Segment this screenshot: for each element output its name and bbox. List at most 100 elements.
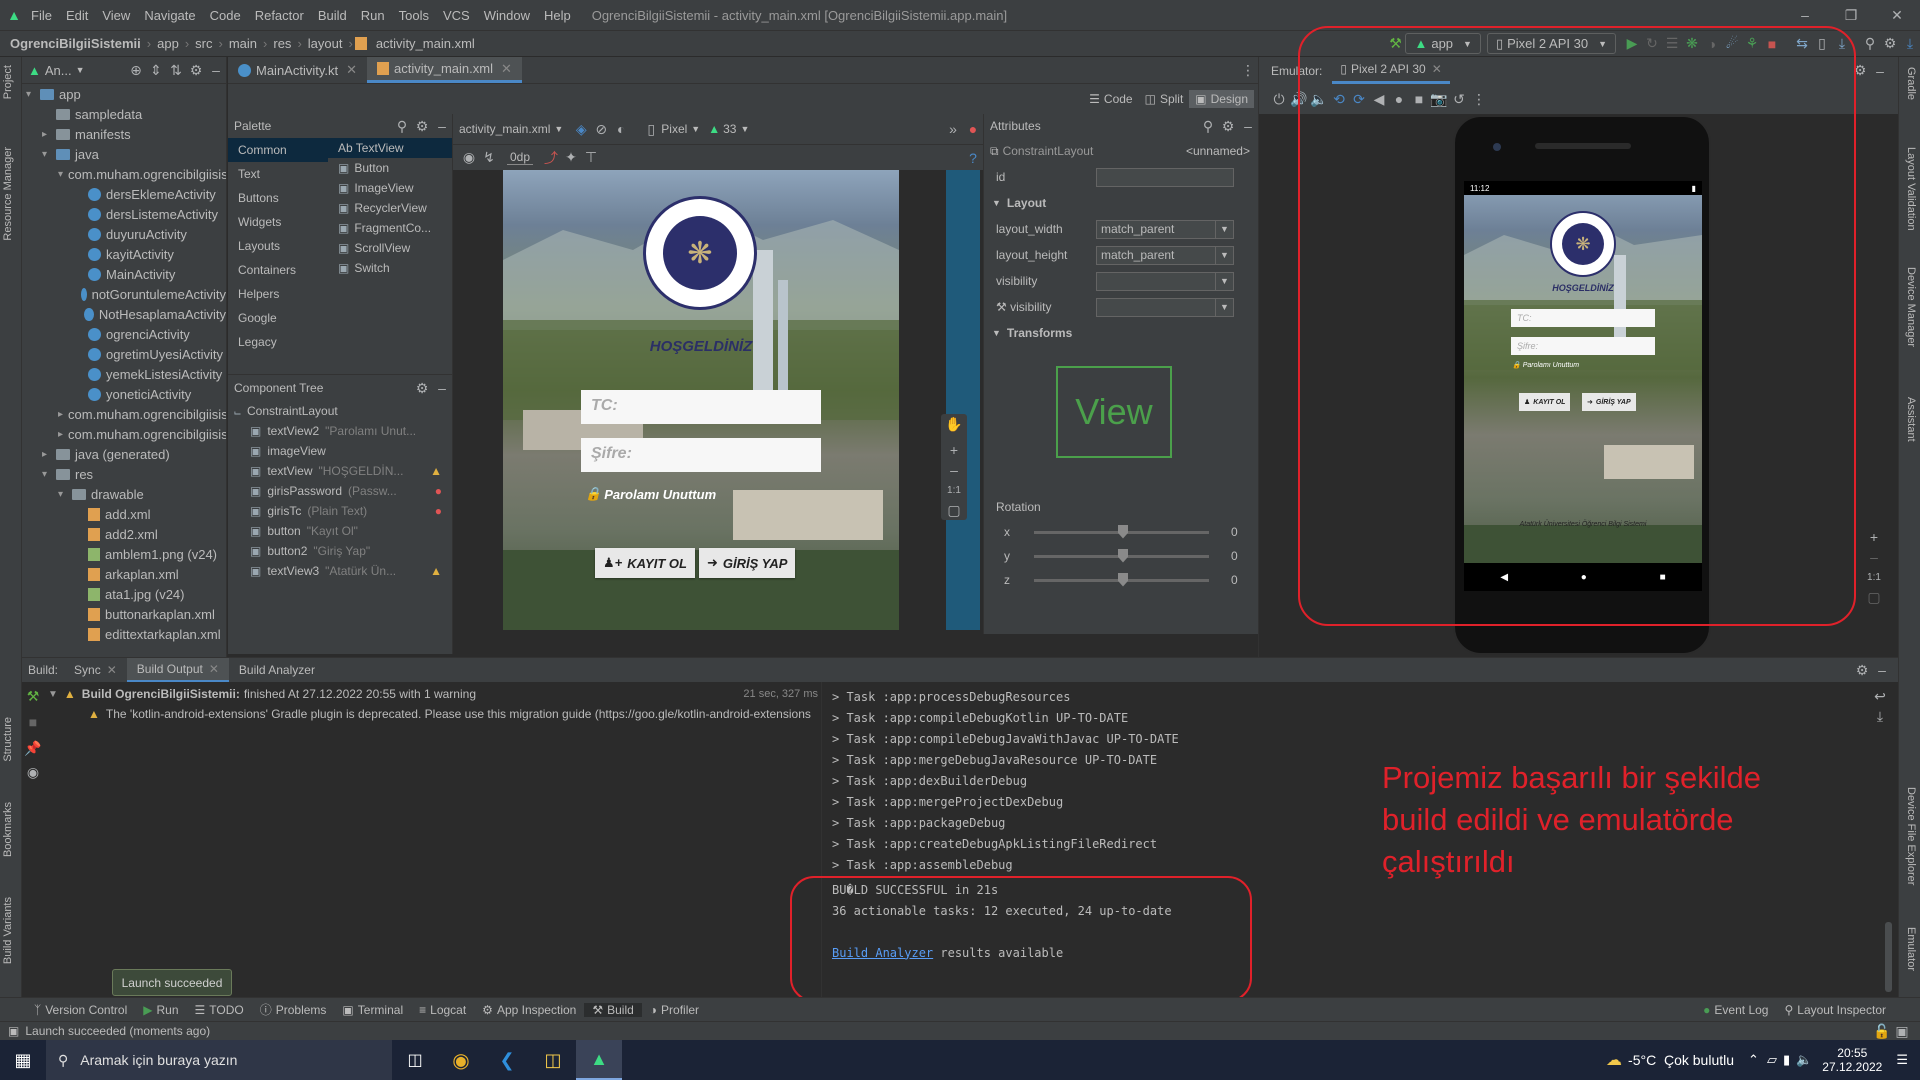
tree-item[interactable]: buttonarkaplan.xml bbox=[22, 604, 226, 624]
autoconnect-icon[interactable]: ↯ bbox=[479, 148, 499, 168]
palette-widget[interactable]: ▣ Button bbox=[328, 158, 452, 178]
zoom-actual-icon[interactable]: 1:1 bbox=[1864, 567, 1884, 587]
close-icon[interactable]: ✕ bbox=[501, 61, 512, 77]
gear-icon[interactable]: ⚙ bbox=[412, 378, 432, 398]
android-studio-taskbar-icon[interactable]: ▲ bbox=[576, 1040, 622, 1080]
code-mode-button[interactable]: ☰ Code bbox=[1083, 92, 1138, 106]
profiler-tool[interactable]: ◑ Profiler bbox=[642, 1003, 707, 1017]
palette-category[interactable]: Legacy bbox=[228, 330, 328, 354]
assistant-tool-tab[interactable]: Assistant bbox=[1905, 397, 1917, 442]
tab-build-output[interactable]: Build Output ✕ bbox=[126, 658, 229, 682]
eye-icon[interactable]: ◉ bbox=[459, 148, 479, 168]
error-icon[interactable]: ● bbox=[435, 484, 442, 498]
tab-sync[interactable]: Sync ✕ bbox=[64, 658, 127, 682]
search-icon[interactable]: ⚲ bbox=[392, 116, 412, 136]
chevron-down-icon[interactable]: ▾ bbox=[42, 469, 56, 480]
lock-icon[interactable]: 🔓 bbox=[1872, 1021, 1892, 1041]
tree-item[interactable]: ▾ res bbox=[22, 464, 226, 484]
hide-icon[interactable]: – bbox=[432, 378, 452, 398]
slider-knob[interactable] bbox=[1118, 572, 1128, 587]
palette-widget[interactable]: Ab TextView bbox=[328, 138, 452, 158]
chevron-down-icon[interactable]: ▾ bbox=[58, 489, 72, 500]
locate-icon[interactable]: ⊕ bbox=[126, 60, 146, 80]
component-tree-item[interactable]: ▣ textView "HOŞGELDİN... ▲ bbox=[228, 461, 452, 481]
component-tree-item[interactable]: ▣ textView3 "Atatürk Ün... ▲ bbox=[228, 561, 452, 581]
gear-icon[interactable]: ⚙ bbox=[1218, 116, 1238, 136]
layout-section-header[interactable]: ▼ Layout bbox=[984, 190, 1258, 216]
windows-start-icon[interactable]: ▦ bbox=[0, 1040, 46, 1080]
zoom-in-icon[interactable]: + bbox=[944, 440, 964, 460]
emulator-tool-tab[interactable]: Emulator bbox=[1905, 927, 1917, 971]
hide-icon[interactable]: – bbox=[206, 60, 226, 80]
zoom-actual-icon[interactable]: 1:1 bbox=[944, 480, 964, 500]
tree-item[interactable]: notGoruntulemeActivity bbox=[22, 284, 226, 304]
zoom-fit-icon[interactable]: ▢ bbox=[1864, 587, 1884, 607]
tab-build-analyzer[interactable]: Build Analyzer bbox=[229, 658, 325, 682]
menu-help[interactable]: Help bbox=[537, 8, 578, 23]
battery-icon[interactable]: ▮ bbox=[1783, 1052, 1790, 1068]
tree-item[interactable]: add.xml bbox=[22, 504, 226, 524]
rotation-slider[interactable] bbox=[1034, 572, 1209, 587]
tree-item[interactable]: sampledata bbox=[22, 104, 226, 124]
expand-all-icon[interactable]: ⇕ bbox=[146, 60, 166, 80]
tree-item[interactable]: ▸ java (generated) bbox=[22, 444, 226, 464]
palette-widget[interactable]: ▣ RecyclerView bbox=[328, 198, 452, 218]
tree-item[interactable]: ogretimUyesiActivity bbox=[22, 344, 226, 364]
menu-edit[interactable]: Edit bbox=[59, 8, 95, 23]
bookmarks-tool-tab[interactable]: Bookmarks bbox=[2, 802, 14, 857]
build-summary-row[interactable]: ▼ ▲ Build OgrenciBilgiiSistemii: finishe… bbox=[48, 684, 818, 704]
register-button-preview[interactable]: ♟+ KAYIT OL bbox=[595, 548, 695, 578]
split-mode-button[interactable]: ◫ Split bbox=[1139, 92, 1190, 106]
weather-text[interactable]: -5°C Çok bulutlu bbox=[1628, 1052, 1734, 1068]
palette-category[interactable]: Containers bbox=[228, 258, 328, 282]
hide-icon[interactable]: – bbox=[432, 116, 452, 136]
layers-icon[interactable]: ◈ bbox=[571, 119, 591, 139]
app-inspection-tool[interactable]: ⚙ App Inspection bbox=[474, 1003, 584, 1017]
tree-item[interactable]: ▾ com.muham.ogrencibilgiisist bbox=[22, 164, 226, 184]
orientation-icon[interactable]: ⊘ bbox=[591, 119, 611, 139]
zoom-in-icon[interactable]: + bbox=[1864, 527, 1884, 547]
gear-icon[interactable]: ⚙ bbox=[1852, 660, 1872, 680]
tree-item[interactable]: edittextarkaplan.xml bbox=[22, 624, 226, 644]
close-icon[interactable]: ✕ bbox=[107, 663, 117, 677]
network-icon[interactable]: ▱ bbox=[1767, 1052, 1777, 1068]
close-icon[interactable]: ✕ bbox=[346, 62, 357, 78]
memory-indicator-icon[interactable]: ▣ bbox=[1892, 1021, 1912, 1041]
hide-icon[interactable]: – bbox=[1872, 660, 1892, 680]
tools-visibility-dropdown[interactable]: ▼ bbox=[1096, 297, 1234, 317]
pan-icon[interactable]: ✋ bbox=[944, 414, 964, 434]
breadcrumb-app[interactable]: app bbox=[153, 36, 183, 51]
menu-tools[interactable]: Tools bbox=[392, 8, 436, 23]
tree-item[interactable]: dersEklemeActivity bbox=[22, 184, 226, 204]
breadcrumb-file[interactable]: activity_main.xml bbox=[372, 36, 479, 51]
breadcrumb-src[interactable]: src bbox=[191, 36, 216, 51]
tc-input-preview[interactable]: TC: bbox=[581, 390, 821, 424]
search-icon[interactable]: ⚲ bbox=[1198, 116, 1218, 136]
breadcrumb-main[interactable]: main bbox=[225, 36, 261, 51]
chevron-down-icon[interactable]: ▾ bbox=[26, 89, 40, 100]
run-tool[interactable]: ▶ Run bbox=[135, 1003, 186, 1017]
forgot-password-link[interactable]: 🔒 Parolamı Unuttum bbox=[585, 486, 716, 502]
zoom-out-icon[interactable]: – bbox=[944, 460, 964, 480]
tree-item[interactable]: amblem1.png (v24) bbox=[22, 544, 226, 564]
problems-tool[interactable]: ⓘ Problems bbox=[252, 1001, 335, 1018]
close-window-icon[interactable]: ✕ bbox=[1874, 5, 1920, 25]
slider-knob[interactable] bbox=[1118, 548, 1128, 563]
error-icon[interactable]: ● bbox=[963, 119, 983, 139]
zoom-out-icon[interactable]: – bbox=[1864, 547, 1884, 567]
tree-item[interactable]: ▾ java bbox=[22, 144, 226, 164]
layout-file-dropdown[interactable]: activity_main.xml bbox=[459, 122, 550, 136]
tree-item[interactable]: dersListemeActivity bbox=[22, 204, 226, 224]
menu-code[interactable]: Code bbox=[203, 8, 248, 23]
power-icon[interactable]: ⏻ bbox=[1269, 89, 1289, 109]
taskbar-clock[interactable]: 20:55 27.12.2022 bbox=[1822, 1046, 1882, 1074]
palette-widget[interactable]: ▣ ScrollView bbox=[328, 238, 452, 258]
menu-window[interactable]: Window bbox=[477, 8, 537, 23]
tray-chevron-icon[interactable]: ⌃ bbox=[1748, 1052, 1759, 1068]
minimize-icon[interactable]: – bbox=[1782, 5, 1828, 25]
transforms-section-header[interactable]: ▼ Transforms bbox=[984, 320, 1258, 346]
palette-category[interactable]: Text bbox=[228, 162, 328, 186]
layout-height-dropdown[interactable]: match_parent ▼ bbox=[1096, 245, 1234, 265]
tree-item[interactable]: MainActivity bbox=[22, 264, 226, 284]
vscode-icon[interactable]: ❮ bbox=[484, 1050, 530, 1071]
